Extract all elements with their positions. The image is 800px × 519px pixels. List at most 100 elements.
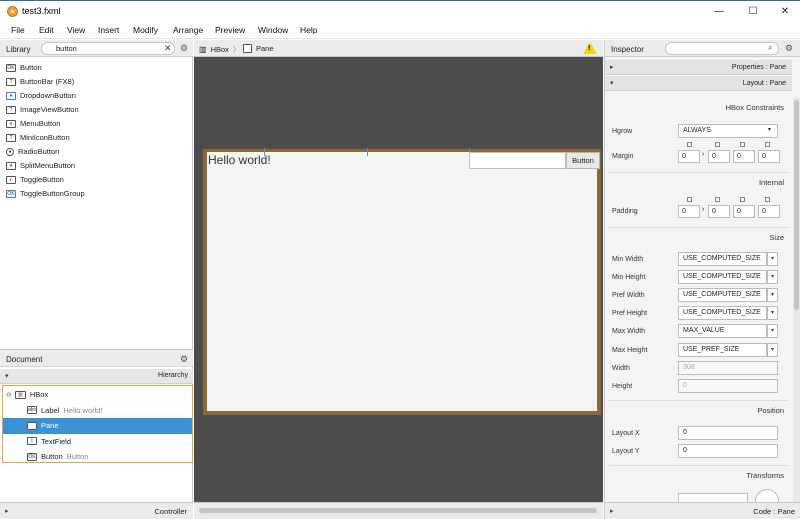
menu-edit[interactable]: Edit [39,25,54,35]
margin-right-icon [715,142,720,147]
minimize-button[interactable]: — [706,4,732,20]
document-gear-icon[interactable]: ⚙ [180,354,188,365]
tree-item-pane[interactable]: Pane [3,418,192,434]
library-item-togglebuttongroup[interactable]: OK ToggleButtonGroup [6,187,85,200]
padding-left-icon [765,197,770,202]
library-item-imageviewbutton[interactable]: ? ImageViewButton [6,103,79,116]
library-item-splitmenubutton[interactable]: ▾ SplitMenuButton [6,159,75,172]
menu-file[interactable]: File [11,25,25,35]
rotate-field[interactable] [678,493,748,502]
chevron-down-icon: ▾ [768,127,772,133]
clear-search-icon[interactable]: ✕ [164,43,172,54]
library-header: Library button ✕ ⚙ [0,40,193,57]
pref-width-select[interactable]: USE_COMPUTED_SIZE [678,288,767,302]
tree-item-button[interactable]: OK Button Button [3,449,192,465]
min-width-select[interactable]: USE_COMPUTED_SIZE [678,252,767,266]
hbox-canvas[interactable]: Hello world! Button [203,148,601,415]
max-width-select[interactable]: MAX_VALUE [678,324,767,338]
tree-item-hbox[interactable]: ⊖ ▥ HBox [3,387,192,403]
max-height-label: Max Height [612,347,648,354]
tree-item-textfield[interactable]: I TextField [3,434,192,450]
hgrow-select[interactable]: ALWAYS [678,124,778,138]
canvas-textfield[interactable] [469,152,566,169]
chevron-down-icon[interactable]: ▾ [767,252,778,266]
left-panel: Library button ✕ ⚙ OK Button ? ButtonBar (… [0,40,193,519]
margin-right-field[interactable]: 0 [708,150,730,163]
close-button[interactable]: ✕ [772,4,798,20]
hierarchy-bar[interactable]: ▾ Hierarchy [0,369,193,384]
label-icon: abc [27,406,37,415]
canvas-button[interactable]: Button [566,152,600,169]
menu-view[interactable]: View [67,25,85,35]
margin-top-field[interactable]: 0 [678,150,700,163]
link-icon[interactable]: › [702,151,704,158]
chevron-down-icon[interactable]: ▾ [767,343,778,357]
scrollbar-thumb[interactable] [794,100,799,310]
scrollbar-thumb[interactable] [199,508,597,513]
library-item-miniiconbutton[interactable]: ? MiniIconButton [6,131,70,144]
controller-bar[interactable]: ▸ Controller [0,502,193,519]
tree-item-label-node[interactable]: abc Label Hello world! [3,403,192,419]
horizontal-scrollbar[interactable] [197,506,600,515]
chevron-down-icon[interactable]: ▾ [767,288,778,302]
expand-arrow-icon[interactable]: ▸ [5,507,9,515]
library-item-buttonbar[interactable]: ? ButtonBar (FX8) [6,75,74,88]
hbox-icon: ▥ [14,390,26,399]
code-section[interactable]: ▸ Code : Pane [605,502,800,519]
group-title: Internal [758,178,784,187]
margin-bottom-field[interactable]: 0 [733,150,755,163]
menu-insert[interactable]: Insert [98,25,119,35]
library-item-menubutton[interactable]: ≡ MenuButton [6,117,60,130]
vertical-scrollbar[interactable] [793,98,800,502]
library-item-label: DropdownButton [20,91,76,100]
chevron-down-icon[interactable]: ▾ [767,270,778,284]
menu-arrange[interactable]: Arrange [173,25,203,35]
togglebuttongroup-icon: OK [6,189,16,198]
min-width-label: Min Width [612,256,644,263]
layout-section[interactable]: ▾ Layout : Pane [605,76,792,91]
breadcrumb-pane[interactable]: Pane [243,44,274,53]
padding-top-field[interactable]: 0 [678,205,700,218]
library-gear-icon[interactable]: ⚙ [180,43,188,54]
margin-left-field[interactable]: 0 [758,150,780,163]
layout-x-label: Layout X [612,430,640,437]
padding-right-field[interactable]: 0 [708,205,730,218]
canvas-label[interactable]: Hello world! [208,153,271,167]
library-item-radiobutton[interactable]: ● RadioButton [6,145,59,158]
maximize-button[interactable]: ☐ [740,4,766,20]
padding-bottom-field[interactable]: 0 [733,205,755,218]
library-search-input[interactable]: button [41,42,175,55]
menu-help[interactable]: Help [300,25,317,35]
properties-section[interactable]: ▸ Properties : Pane [605,60,792,75]
margin-left-icon [765,142,770,147]
link-icon[interactable]: › [702,206,704,213]
library-item-dropdownbutton[interactable]: ▾ DropdownButton [6,89,76,102]
button-icon: OK [6,63,16,72]
pref-height-select[interactable]: USE_COMPUTED_SIZE [678,306,767,320]
menu-preview[interactable]: Preview [215,25,245,35]
max-width-label: Max Width [612,328,646,335]
layout-y-field[interactable]: 0 [678,444,778,458]
menu-window[interactable]: Window [258,25,288,35]
library-item-button[interactable]: OK Button [6,61,42,74]
margin-top-icon [687,142,692,147]
library-item-togglebutton[interactable]: ◐ ToggleButton [6,173,64,186]
max-height-select[interactable]: USE_PREF_SIZE [678,343,767,357]
pane-canvas[interactable]: Hello world! Button [207,148,600,411]
breadcrumb-hbox[interactable]: ▥ HBox 〉 [199,44,240,55]
expand-arrow-icon: ▸ [610,508,614,515]
resize-handle[interactable] [367,148,368,156]
rotate-dial[interactable] [755,489,779,502]
chevron-down-icon[interactable]: ▾ [767,324,778,338]
padding-left-field[interactable]: 0 [758,205,780,218]
layout-x-field[interactable]: 0 [678,426,778,440]
tree-toggle-icon[interactable]: ⊖ [6,391,12,399]
inspector-gear-icon[interactable]: ⚙ [785,43,793,54]
padding-label: Padding [612,208,638,215]
collapse-arrow-icon[interactable]: ▾ [5,372,9,380]
menu-modify[interactable]: Modify [133,25,158,35]
min-height-select[interactable]: USE_COMPUTED_SIZE [678,270,767,284]
inspector-search-input[interactable] [665,42,779,55]
chevron-down-icon[interactable]: ▾ [767,306,778,320]
divider [609,465,788,466]
